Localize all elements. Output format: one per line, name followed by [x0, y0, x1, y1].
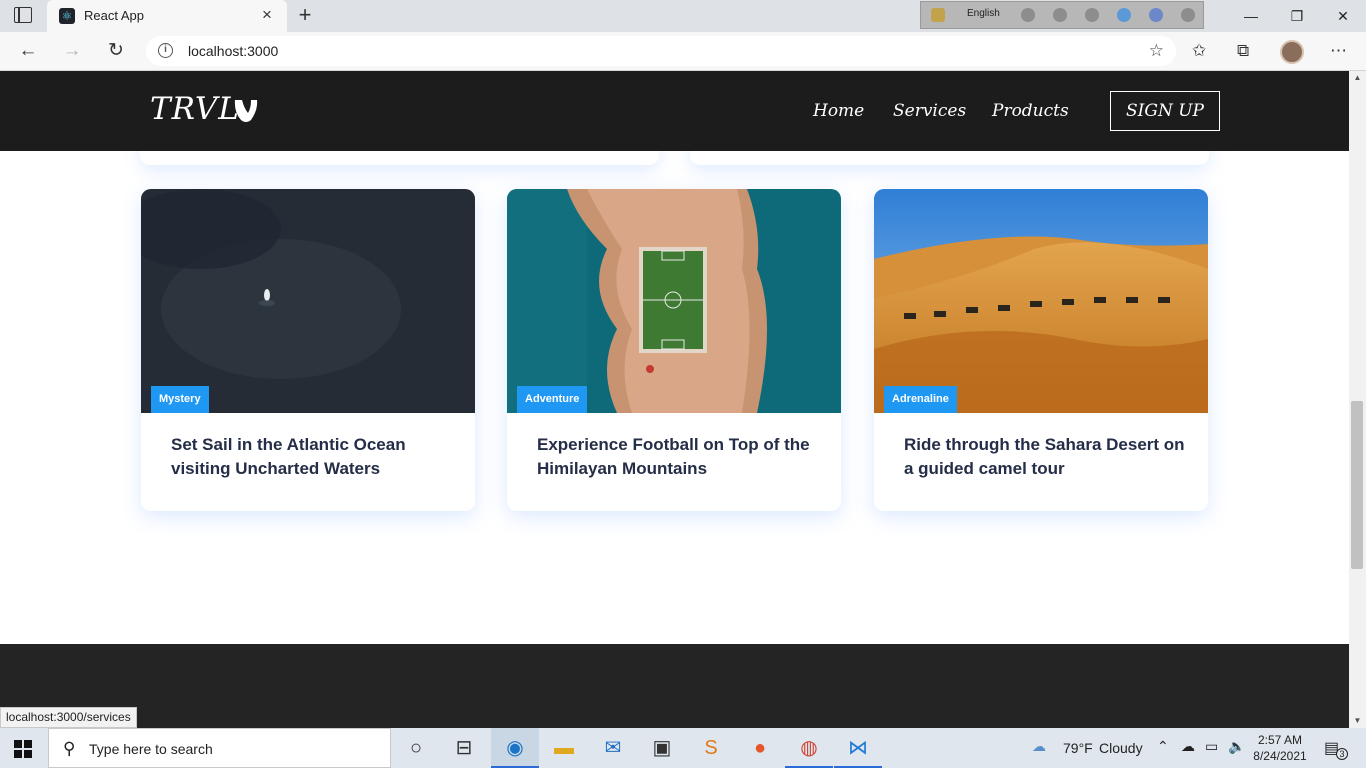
- back-arrow-icon[interactable]: ←: [16, 40, 40, 62]
- taskbar-search-box[interactable]: ⚲ Type here to search: [48, 728, 391, 768]
- category-badge: Mystery: [151, 386, 209, 413]
- signup-button[interactable]: SIGN UP: [1110, 91, 1220, 131]
- vscode-icon[interactable]: ⋈: [834, 728, 882, 768]
- system-clock[interactable]: 2:57 AM 8/24/2021: [1250, 732, 1310, 764]
- weather-description[interactable]: Cloudy: [1099, 740, 1143, 756]
- restore-button[interactable]: ❐: [1274, 5, 1320, 27]
- minimize-button[interactable]: —: [1228, 5, 1274, 27]
- scroll-up-arrow-icon[interactable]: ▲: [1349, 71, 1366, 85]
- ie-icon[interactable]: [1117, 8, 1131, 22]
- page-viewport: TRVL Home Services Products SIGN UP Myst…: [0, 71, 1349, 728]
- window-close-button[interactable]: ✕: [1320, 5, 1366, 27]
- add-favorite-icon[interactable]: ☆: [1149, 41, 1164, 61]
- tab-actions-icon[interactable]: [14, 7, 32, 23]
- extension-toolbar: English: [920, 1, 1204, 29]
- clock-time: 2:57 AM: [1257, 733, 1303, 747]
- react-icon: ⚛: [59, 8, 75, 24]
- settings-icon[interactable]: [1085, 8, 1099, 22]
- windows-start-icon[interactable]: [14, 740, 32, 758]
- chrome-icon[interactable]: ◍: [785, 728, 833, 768]
- browser-tab[interactable]: ⚛ React App ×: [47, 0, 287, 32]
- close-icon[interactable]: ×: [257, 5, 277, 25]
- service-card-mystery[interactable]: Mystery Set Sail in the Atlantic Ocean v…: [141, 189, 475, 511]
- notification-count: 3: [1336, 748, 1348, 760]
- category-badge: Adrenaline: [884, 386, 957, 413]
- address-bar[interactable]: i localhost:3000 ☆: [146, 36, 1176, 66]
- task-view-icon[interactable]: ⊟: [440, 728, 488, 768]
- extension-icon[interactable]: [931, 8, 945, 22]
- volume-icon[interactable]: 🔈: [1228, 738, 1245, 755]
- edge-browser-icon[interactable]: ◉: [491, 728, 539, 768]
- island-football-image: Adventure: [507, 189, 841, 413]
- scroll-thumb[interactable]: [1351, 401, 1363, 569]
- card-title: Set Sail in the Atlantic Ocean visiting …: [171, 435, 406, 478]
- typo3-logo-icon[interactable]: [232, 96, 260, 124]
- figure-icon[interactable]: [1053, 8, 1067, 22]
- file-explorer-icon[interactable]: ▬: [540, 728, 588, 768]
- forward-arrow-icon[interactable]: →: [60, 40, 84, 62]
- site-logo[interactable]: TRVL: [150, 91, 240, 127]
- category-badge: Adventure: [517, 386, 588, 413]
- hat-icon[interactable]: [1021, 8, 1035, 22]
- weather-temp[interactable]: 79°F: [1063, 740, 1093, 756]
- weather-cloud-icon[interactable]: ☁: [1032, 738, 1046, 755]
- cortana-icon[interactable]: ○: [392, 728, 440, 768]
- mail-icon[interactable]: ✉: [589, 728, 637, 768]
- info-icon[interactable]: [1181, 8, 1195, 22]
- tab-title: React App: [84, 8, 144, 23]
- browser-tab-strip: ⚛ React App × + English — ❐ ✕: [0, 0, 1366, 32]
- site-footer: [0, 644, 1349, 728]
- card-title: Ride through the Sahara Desert on a guid…: [904, 435, 1185, 478]
- desert-camels-image: Adrenaline: [874, 189, 1208, 413]
- browser-toolbar: ← → ↻ i localhost:3000 ☆ ✩ ⧉ ⋯: [0, 32, 1366, 71]
- scroll-down-arrow-icon[interactable]: ▼: [1349, 714, 1366, 728]
- service-card-adrenaline[interactable]: Adrenaline Ride through the Sahara Deser…: [874, 189, 1208, 511]
- favorites-icon[interactable]: ✩: [1192, 41, 1206, 61]
- search-icon: ⚲: [63, 739, 76, 758]
- url-text[interactable]: localhost:3000: [188, 43, 278, 59]
- nav-link-products[interactable]: Products: [992, 101, 1069, 121]
- site-navbar: TRVL Home Services Products SIGN UP: [0, 71, 1349, 151]
- language-selector[interactable]: English: [967, 8, 1000, 19]
- profile-avatar[interactable]: [1280, 40, 1304, 64]
- network-icon[interactable]: ▭: [1205, 738, 1218, 755]
- clock-date: 8/24/2021: [1253, 749, 1307, 763]
- help-icon[interactable]: [1149, 8, 1163, 22]
- more-options-icon[interactable]: ⋯: [1330, 41, 1347, 61]
- card-title: Experience Football on Top of the Himila…: [537, 435, 810, 478]
- store-icon[interactable]: ▣: [638, 728, 686, 768]
- windows-taskbar: ⚲ Type here to search ○ ⊟ ◉ ▬ ✉ ▣ S ● ◍ …: [0, 728, 1366, 768]
- collections-icon[interactable]: ⧉: [1237, 41, 1249, 61]
- page-scrollbar[interactable]: ▲ ▼: [1349, 71, 1366, 728]
- status-bar-link: localhost:3000/services: [0, 707, 137, 728]
- sublime-text-icon[interactable]: S: [687, 728, 735, 768]
- site-info-icon[interactable]: i: [158, 43, 173, 58]
- onedrive-icon[interactable]: ☁: [1181, 738, 1195, 755]
- ocean-boat-image: Mystery: [141, 189, 475, 413]
- refresh-icon[interactable]: ↻: [104, 40, 128, 62]
- firefox-icon[interactable]: ●: [736, 728, 784, 768]
- nav-link-services[interactable]: Services: [893, 101, 966, 121]
- new-tab-button[interactable]: +: [294, 4, 316, 26]
- search-placeholder: Type here to search: [89, 741, 213, 757]
- service-card-adventure[interactable]: Adventure Experience Football on Top of …: [507, 189, 841, 511]
- nav-link-home[interactable]: Home: [813, 101, 864, 121]
- chevron-up-icon[interactable]: ⌃: [1157, 738, 1169, 755]
